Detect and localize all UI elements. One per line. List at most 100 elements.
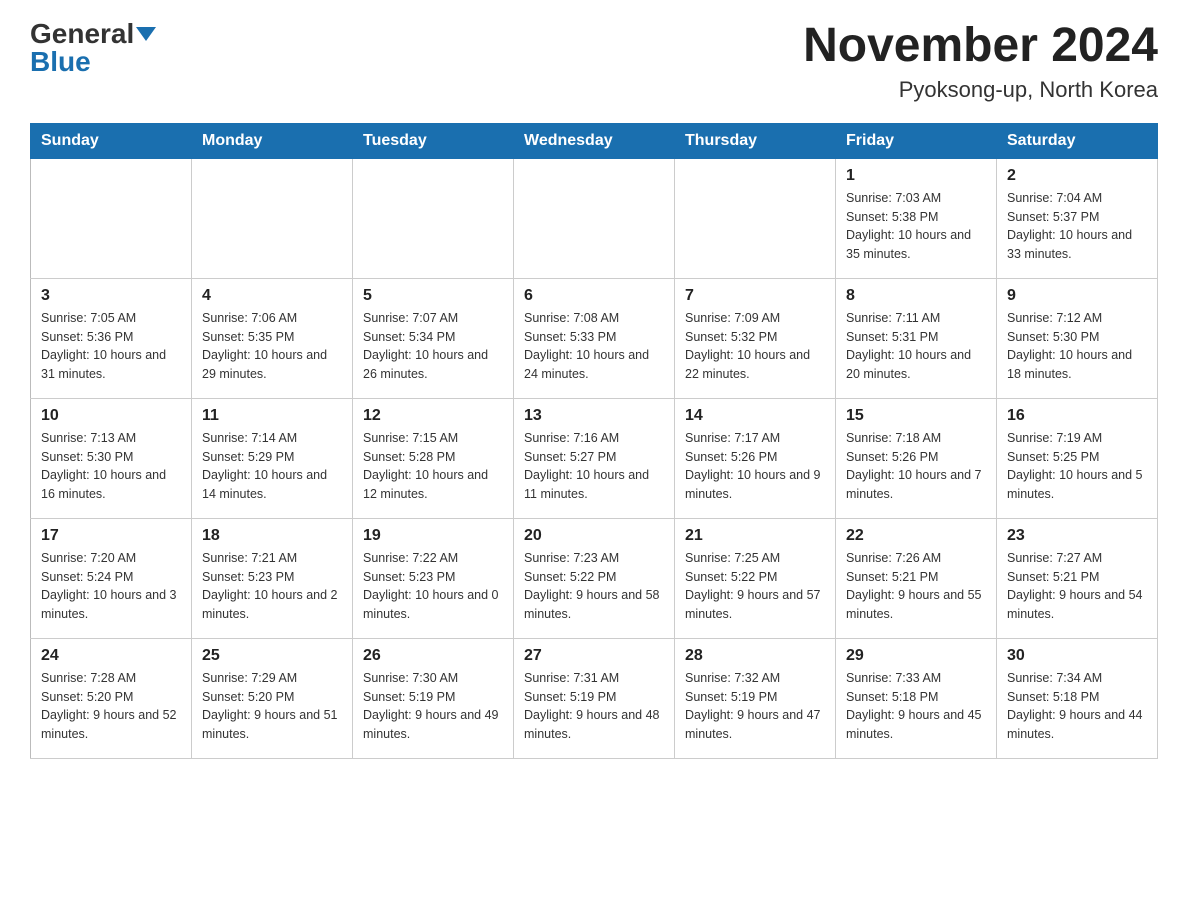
day-number: 14 bbox=[685, 407, 825, 425]
day-info: Sunrise: 7:27 AMSunset: 5:21 PMDaylight:… bbox=[1007, 549, 1147, 624]
day-number: 24 bbox=[41, 647, 181, 665]
calendar-week-row: 24 Sunrise: 7:28 AMSunset: 5:20 PMDayligh… bbox=[31, 638, 1158, 758]
calendar-week-row: 10 Sunrise: 7:13 AMSunset: 5:30 PMDayligh… bbox=[31, 398, 1158, 518]
day-number: 11 bbox=[202, 407, 342, 425]
weekday-header-monday: Monday bbox=[192, 123, 353, 158]
day-info: Sunrise: 7:31 AMSunset: 5:19 PMDaylight:… bbox=[524, 669, 664, 744]
day-number: 29 bbox=[846, 647, 986, 665]
day-info: Sunrise: 7:23 AMSunset: 5:22 PMDaylight:… bbox=[524, 549, 664, 624]
calendar-day-cell: 7 Sunrise: 7:09 AMSunset: 5:32 PMDaylight… bbox=[675, 278, 836, 398]
day-info: Sunrise: 7:04 AMSunset: 5:37 PMDaylight:… bbox=[1007, 189, 1147, 264]
calendar-day-cell: 3Sunrise: 7:05 AMSunset: 5:36 PMDaylight… bbox=[31, 278, 192, 398]
day-number: 21 bbox=[685, 527, 825, 545]
day-info: Sunrise: 7:07 AMSunset: 5:34 PMDaylight:… bbox=[363, 309, 503, 384]
day-number: 26 bbox=[363, 647, 503, 665]
month-title: November 2024 bbox=[803, 20, 1158, 73]
calendar-day-cell: 11Sunrise: 7:14 AMSunset: 5:29 PMDayligh… bbox=[192, 398, 353, 518]
day-info: Sunrise: 7:18 AMSunset: 5:26 PMDaylight:… bbox=[846, 429, 986, 504]
day-info: Sunrise: 7:33 AMSunset: 5:18 PMDaylight:… bbox=[846, 669, 986, 744]
day-number: 5 bbox=[363, 287, 503, 305]
day-number: 23 bbox=[1007, 527, 1147, 545]
calendar-day-cell: 29 Sunrise: 7:33 AMSunset: 5:18 PMDayligh… bbox=[836, 638, 997, 758]
logo: General Blue bbox=[30, 20, 156, 76]
day-info: Sunrise: 7:05 AMSunset: 5:36 PMDaylight:… bbox=[41, 309, 181, 384]
day-number: 16 bbox=[1007, 407, 1147, 425]
day-number: 25 bbox=[202, 647, 342, 665]
calendar-day-cell: 13 Sunrise: 7:16 AMSunset: 5:27 PMDayligh… bbox=[514, 398, 675, 518]
calendar-day-cell: 24 Sunrise: 7:28 AMSunset: 5:20 PMDayligh… bbox=[31, 638, 192, 758]
day-number: 20 bbox=[524, 527, 664, 545]
weekday-header-tuesday: Tuesday bbox=[353, 123, 514, 158]
calendar-day-cell: 5 Sunrise: 7:07 AMSunset: 5:34 PMDaylight… bbox=[353, 278, 514, 398]
logo-triangle-icon bbox=[136, 27, 156, 41]
day-number: 17 bbox=[41, 527, 181, 545]
calendar-day-cell: 22Sunrise: 7:26 AMSunset: 5:21 PMDayligh… bbox=[836, 518, 997, 638]
calendar-day-cell: 25 Sunrise: 7:29 AMSunset: 5:20 PMDayligh… bbox=[192, 638, 353, 758]
calendar-day-cell: 2 Sunrise: 7:04 AMSunset: 5:37 PMDaylight… bbox=[997, 158, 1158, 278]
day-info: Sunrise: 7:22 AMSunset: 5:23 PMDaylight:… bbox=[363, 549, 503, 624]
day-info: Sunrise: 7:12 AMSunset: 5:30 PMDaylight:… bbox=[1007, 309, 1147, 384]
day-info: Sunrise: 7:11 AMSunset: 5:31 PMDaylight:… bbox=[846, 309, 986, 384]
calendar-day-cell bbox=[192, 158, 353, 278]
calendar-day-cell: 9 Sunrise: 7:12 AMSunset: 5:30 PMDaylight… bbox=[997, 278, 1158, 398]
day-info: Sunrise: 7:16 AMSunset: 5:27 PMDaylight:… bbox=[524, 429, 664, 504]
day-info: Sunrise: 7:28 AMSunset: 5:20 PMDaylight:… bbox=[41, 669, 181, 744]
calendar-day-cell bbox=[514, 158, 675, 278]
weekday-header-row: SundayMondayTuesdayWednesdayThursdayFrid… bbox=[31, 123, 1158, 158]
day-number: 19 bbox=[363, 527, 503, 545]
calendar-day-cell: 1Sunrise: 7:03 AMSunset: 5:38 PMDaylight… bbox=[836, 158, 997, 278]
day-info: Sunrise: 7:30 AMSunset: 5:19 PMDaylight:… bbox=[363, 669, 503, 744]
calendar-table: SundayMondayTuesdayWednesdayThursdayFrid… bbox=[30, 123, 1158, 759]
day-number: 27 bbox=[524, 647, 664, 665]
calendar-day-cell: 16 Sunrise: 7:19 AMSunset: 5:25 PMDayligh… bbox=[997, 398, 1158, 518]
location-title: Pyoksong-up, North Korea bbox=[803, 77, 1158, 103]
day-number: 30 bbox=[1007, 647, 1147, 665]
calendar-day-cell: 6 Sunrise: 7:08 AMSunset: 5:33 PMDaylight… bbox=[514, 278, 675, 398]
calendar-day-cell: 18Sunrise: 7:21 AMSunset: 5:23 PMDayligh… bbox=[192, 518, 353, 638]
day-info: Sunrise: 7:06 AMSunset: 5:35 PMDaylight:… bbox=[202, 309, 342, 384]
page-header: General Blue November 2024 Pyoksong-up, … bbox=[30, 20, 1158, 103]
calendar-day-cell: 8Sunrise: 7:11 AMSunset: 5:31 PMDaylight… bbox=[836, 278, 997, 398]
calendar-day-cell: 14 Sunrise: 7:17 AMSunset: 5:26 PMDayligh… bbox=[675, 398, 836, 518]
day-info: Sunrise: 7:21 AMSunset: 5:23 PMDaylight:… bbox=[202, 549, 342, 624]
day-info: Sunrise: 7:32 AMSunset: 5:19 PMDaylight:… bbox=[685, 669, 825, 744]
calendar-week-row: 3Sunrise: 7:05 AMSunset: 5:36 PMDaylight… bbox=[31, 278, 1158, 398]
day-number: 9 bbox=[1007, 287, 1147, 305]
day-number: 2 bbox=[1007, 167, 1147, 185]
day-info: Sunrise: 7:25 AMSunset: 5:22 PMDaylight:… bbox=[685, 549, 825, 624]
day-info: Sunrise: 7:08 AMSunset: 5:33 PMDaylight:… bbox=[524, 309, 664, 384]
day-info: Sunrise: 7:19 AMSunset: 5:25 PMDaylight:… bbox=[1007, 429, 1147, 504]
calendar-day-cell: 27 Sunrise: 7:31 AMSunset: 5:19 PMDayligh… bbox=[514, 638, 675, 758]
day-info: Sunrise: 7:34 AMSunset: 5:18 PMDaylight:… bbox=[1007, 669, 1147, 744]
day-info: Sunrise: 7:17 AMSunset: 5:26 PMDaylight:… bbox=[685, 429, 825, 504]
day-info: Sunrise: 7:09 AMSunset: 5:32 PMDaylight:… bbox=[685, 309, 825, 384]
calendar-day-cell bbox=[31, 158, 192, 278]
day-info: Sunrise: 7:13 AMSunset: 5:30 PMDaylight:… bbox=[41, 429, 181, 504]
day-info: Sunrise: 7:20 AMSunset: 5:24 PMDaylight:… bbox=[41, 549, 181, 624]
calendar-day-cell: 26 Sunrise: 7:30 AMSunset: 5:19 PMDayligh… bbox=[353, 638, 514, 758]
calendar-day-cell: 28Sunrise: 7:32 AMSunset: 5:19 PMDayligh… bbox=[675, 638, 836, 758]
weekday-header-saturday: Saturday bbox=[997, 123, 1158, 158]
logo-general-text: General bbox=[30, 20, 134, 48]
weekday-header-thursday: Thursday bbox=[675, 123, 836, 158]
calendar-day-cell bbox=[675, 158, 836, 278]
calendar-day-cell: 12 Sunrise: 7:15 AMSunset: 5:28 PMDayligh… bbox=[353, 398, 514, 518]
day-number: 12 bbox=[363, 407, 503, 425]
calendar-header: SundayMondayTuesdayWednesdayThursdayFrid… bbox=[31, 123, 1158, 158]
calendar-day-cell: 20 Sunrise: 7:23 AMSunset: 5:22 PMDayligh… bbox=[514, 518, 675, 638]
calendar-day-cell: 4Sunrise: 7:06 AMSunset: 5:35 PMDaylight… bbox=[192, 278, 353, 398]
day-number: 7 bbox=[685, 287, 825, 305]
calendar-body: 1Sunrise: 7:03 AMSunset: 5:38 PMDaylight… bbox=[31, 158, 1158, 758]
day-number: 13 bbox=[524, 407, 664, 425]
day-info: Sunrise: 7:26 AMSunset: 5:21 PMDaylight:… bbox=[846, 549, 986, 624]
weekday-header-friday: Friday bbox=[836, 123, 997, 158]
day-info: Sunrise: 7:29 AMSunset: 5:20 PMDaylight:… bbox=[202, 669, 342, 744]
day-info: Sunrise: 7:15 AMSunset: 5:28 PMDaylight:… bbox=[363, 429, 503, 504]
calendar-day-cell: 21 Sunrise: 7:25 AMSunset: 5:22 PMDayligh… bbox=[675, 518, 836, 638]
day-number: 10 bbox=[41, 407, 181, 425]
calendar-day-cell: 30 Sunrise: 7:34 AMSunset: 5:18 PMDayligh… bbox=[997, 638, 1158, 758]
day-number: 6 bbox=[524, 287, 664, 305]
calendar-day-cell bbox=[353, 158, 514, 278]
calendar-day-cell: 10 Sunrise: 7:13 AMSunset: 5:30 PMDayligh… bbox=[31, 398, 192, 518]
logo-blue-text: Blue bbox=[30, 48, 91, 76]
